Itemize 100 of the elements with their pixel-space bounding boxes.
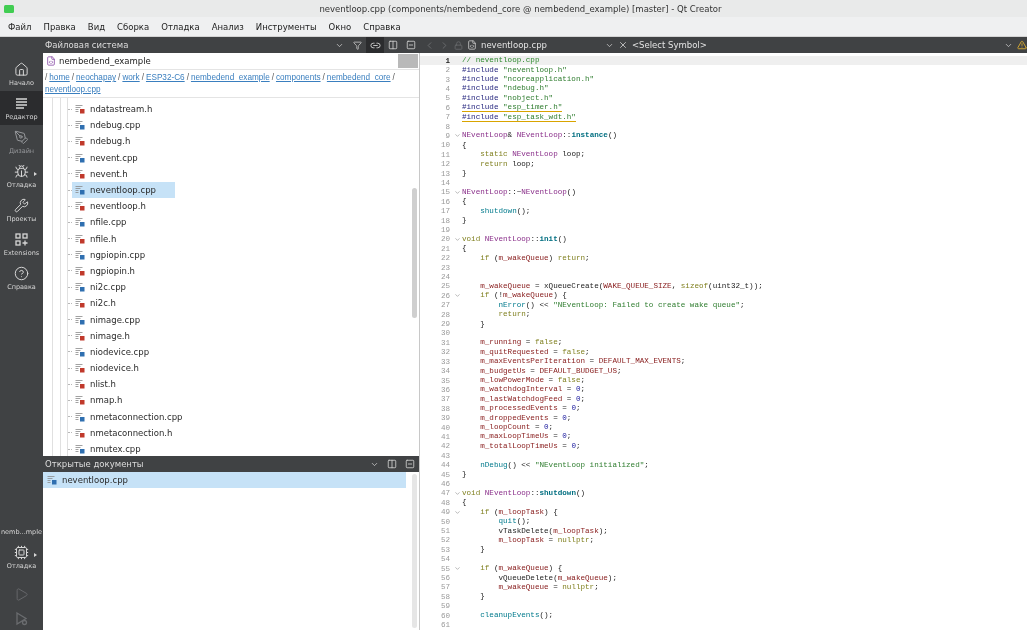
header-file-icon (75, 427, 85, 438)
fold-icon[interactable] (453, 292, 461, 300)
source-file-icon (75, 444, 85, 455)
file-item[interactable]: neventloop.h (72, 198, 149, 215)
file-item[interactable]: nimage.cpp (72, 311, 144, 328)
fold-icon[interactable] (453, 132, 461, 140)
menu-item[interactable]: Файл (2, 19, 38, 34)
file-item[interactable]: nmetaconnection.h (72, 424, 176, 441)
split-icon (388, 40, 398, 50)
source-file-icon (75, 249, 85, 260)
header-file-icon (75, 330, 85, 341)
path-link[interactable]: nembedend_core (326, 72, 391, 84)
fold-icon[interactable] (453, 489, 461, 497)
file-item[interactable]: nfile.h (72, 230, 120, 247)
menu-item[interactable]: Инструменты (249, 19, 323, 34)
lines-icon (14, 95, 29, 111)
header-file-icon (75, 136, 85, 147)
path-separator: / (186, 72, 189, 84)
fold-icon[interactable] (453, 508, 461, 516)
path-separator: / (45, 72, 48, 84)
lock-icon (454, 40, 463, 50)
expand-arrow-icon (34, 172, 37, 176)
header-file-icon (75, 379, 85, 390)
link-button[interactable] (366, 37, 384, 53)
menu-item[interactable]: Окно (322, 19, 358, 34)
menu-item[interactable]: Правка (37, 19, 82, 34)
menu-item[interactable]: Сборка (111, 19, 156, 34)
scrollbar[interactable] (412, 188, 417, 318)
path-separator: / (141, 72, 144, 84)
file-item[interactable]: ni2c.h (72, 295, 119, 312)
menu-item[interactable]: Вид (81, 19, 112, 34)
file-item[interactable]: niodevice.h (72, 360, 142, 377)
close-icon (406, 40, 416, 50)
file-item[interactable]: nimage.h (72, 327, 133, 344)
path-link[interactable]: neventloop.cpp (45, 83, 101, 95)
document-selector[interactable]: neventloop.cpp (481, 40, 601, 50)
file-item[interactable]: neventloop.cpp (72, 182, 175, 199)
header-file-icon (75, 201, 85, 212)
header-file-icon (75, 233, 85, 244)
file-item[interactable]: ndebug.h (72, 133, 134, 150)
file-item[interactable]: ni2c.cpp (72, 279, 129, 296)
source-file-icon (75, 411, 85, 422)
source-file-icon (75, 346, 85, 357)
file-item[interactable]: nevent.cpp (72, 149, 141, 166)
root-selector[interactable]: nembedend_example (59, 56, 395, 66)
run-icon (14, 586, 29, 602)
path-link[interactable]: components (275, 72, 321, 84)
panel-title: Открытые документы (45, 459, 145, 469)
bug-icon (14, 163, 29, 179)
menu-item[interactable]: Справка (357, 19, 407, 34)
source-file-icon (75, 152, 85, 163)
file-item[interactable]: nlist.h (72, 376, 119, 393)
source-file-icon (47, 475, 57, 485)
file-item[interactable]: ngpiopin.h (72, 262, 138, 279)
window-title: neventloop.cpp (components/nembedend_core @ nembedend_example) [master] - Qt Creator (318, 3, 723, 14)
path-link[interactable]: home (49, 72, 70, 84)
symbol-selector[interactable]: <Select Symbol> (632, 40, 1000, 50)
fold-icon[interactable] (453, 188, 461, 196)
header-file-icon (75, 395, 85, 406)
pen-icon (14, 129, 29, 145)
file-item[interactable]: nmutex.cpp (72, 441, 144, 456)
file-item[interactable]: nmap.h (72, 392, 126, 409)
source-file-icon (75, 120, 85, 131)
header-file-icon (75, 298, 85, 309)
app-icon (4, 4, 14, 13)
fold-icon[interactable] (453, 565, 461, 573)
source-file-icon (75, 314, 85, 325)
home-icon (14, 61, 29, 77)
help-icon (14, 265, 29, 281)
source-file-icon (75, 282, 85, 293)
expand-arrow-icon (34, 553, 37, 557)
file-item[interactable]: niodevice.cpp (72, 343, 153, 360)
path-link[interactable]: nembedend_example (190, 72, 270, 84)
file-item[interactable]: nevent.h (72, 165, 131, 182)
path-separator: / (392, 72, 395, 84)
document-item[interactable]: neventloop.cpp (43, 472, 406, 488)
close-icon[interactable] (618, 40, 628, 50)
file-item[interactable]: ngpiopin.cpp (72, 246, 149, 263)
file-item[interactable]: ndebug.cpp (72, 117, 144, 134)
path-separator: / (118, 72, 121, 84)
fold-icon[interactable] (453, 235, 461, 243)
scrollbar[interactable] (412, 474, 417, 628)
header-file-icon (75, 363, 85, 374)
source-file-icon (75, 185, 85, 196)
menu-item[interactable]: Отладка (155, 19, 206, 34)
warning-icon (1017, 40, 1027, 50)
menu-item[interactable]: Анализ (205, 19, 250, 34)
file-item[interactable]: nmetaconnection.cpp (72, 408, 186, 425)
panel-title: Файловая система (45, 40, 130, 50)
path-link[interactable]: work (122, 72, 140, 84)
split-icon (387, 459, 397, 469)
file-item[interactable]: nfile.cpp (72, 214, 130, 231)
header-file-icon (75, 104, 85, 115)
file-item[interactable]: ndatastream.h (72, 101, 156, 118)
header-file-icon (75, 168, 85, 179)
path-link[interactable]: ESP32-C6 (145, 72, 185, 84)
path-link[interactable]: neochapay (76, 72, 117, 84)
extensions-icon (14, 231, 29, 247)
wrench-icon (14, 197, 29, 213)
project-icon (46, 56, 56, 66)
